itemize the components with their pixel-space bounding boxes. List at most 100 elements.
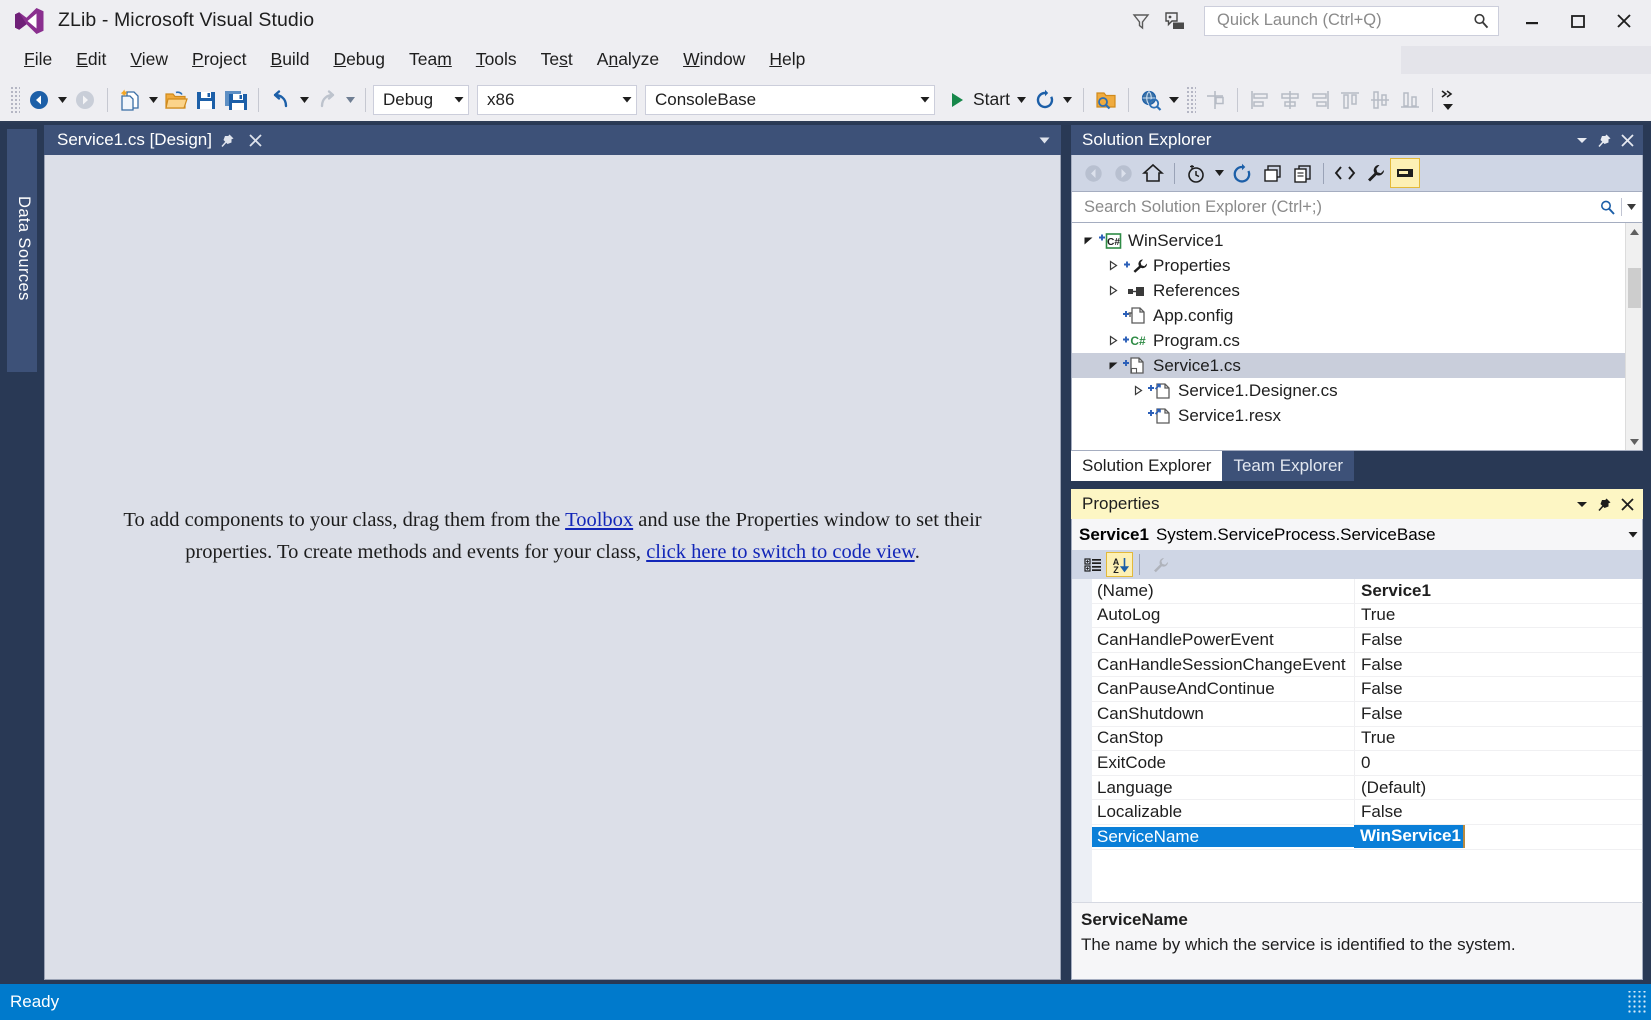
- forward-circle-icon[interactable]: [1108, 158, 1138, 188]
- maximize-button[interactable]: [1555, 0, 1601, 41]
- collapse-all-icon[interactable]: [1257, 158, 1287, 188]
- properties-object-selector[interactable]: Service1 System.ServiceProcess.ServiceBa…: [1071, 519, 1643, 550]
- expander-expanded-icon[interactable]: [1105, 353, 1122, 378]
- pin-icon[interactable]: [1593, 491, 1616, 517]
- restart-icon[interactable]: [1030, 83, 1060, 117]
- quick-launch-input[interactable]: [1217, 11, 1472, 30]
- startup-project-combobox[interactable]: ConsoleBase: [645, 84, 935, 115]
- redo-dropdown-icon[interactable]: [342, 83, 358, 117]
- menu-item-help[interactable]: Help: [757, 46, 817, 73]
- redo-icon[interactable]: [312, 83, 342, 117]
- wrench-icon[interactable]: [1360, 158, 1390, 188]
- property-row-servicename[interactable]: ServiceName WinService1: [1092, 825, 1642, 850]
- preview-selected-items-icon[interactable]: [1390, 158, 1420, 188]
- window-resize-grip[interactable]: [1626, 991, 1648, 1013]
- feedback-icon[interactable]: [1158, 0, 1192, 41]
- navigate-forward-icon[interactable]: [70, 83, 100, 117]
- menu-item-tools[interactable]: Tools: [464, 46, 529, 73]
- property-row-autolog[interactable]: AutoLog True: [1092, 603, 1642, 629]
- minimize-button[interactable]: [1509, 0, 1555, 41]
- tab-list-chevron-icon[interactable]: [1038, 136, 1051, 145]
- tab-team-explorer[interactable]: Team Explorer: [1222, 451, 1355, 481]
- property-value[interactable]: False: [1354, 628, 1642, 652]
- tree-node-service1-resx[interactable]: Service1.resx: [1072, 403, 1625, 428]
- toolbar-grip[interactable]: [10, 85, 20, 114]
- autohide-tab-data-sources[interactable]: Data Sources: [7, 129, 37, 372]
- menu-item-project[interactable]: Project: [180, 46, 258, 73]
- refresh-icon[interactable]: [1227, 158, 1257, 188]
- solution-configuration-combobox[interactable]: Debug: [373, 84, 469, 115]
- expander-collapsed-icon[interactable]: [1130, 378, 1147, 403]
- restart-dropdown-icon[interactable]: [1060, 83, 1076, 117]
- close-icon[interactable]: [1616, 127, 1639, 153]
- property-value-editor[interactable]: WinService1: [1354, 825, 1642, 849]
- align-bottoms-icon[interactable]: [1395, 83, 1425, 117]
- tree-node-app-config[interactable]: App.config: [1072, 303, 1625, 328]
- close-button[interactable]: [1601, 0, 1647, 41]
- categorized-view-icon[interactable]: [1079, 552, 1106, 577]
- property-value[interactable]: 0: [1354, 751, 1642, 775]
- property-row-name[interactable]: (Name) Service1: [1092, 579, 1642, 604]
- menu-item-team[interactable]: Team: [397, 46, 464, 73]
- menu-item-analyze[interactable]: Analyze: [585, 46, 671, 73]
- align-tops-icon[interactable]: [1335, 83, 1365, 117]
- switch-to-code-view-link[interactable]: click here to switch to code view: [646, 541, 915, 563]
- save-icon[interactable]: [191, 83, 221, 117]
- tree-node-service1-designer-cs[interactable]: Service1.Designer.cs: [1072, 378, 1625, 403]
- property-row-language[interactable]: Language (Default): [1092, 775, 1642, 801]
- scroll-down-arrow-icon[interactable]: [1626, 433, 1643, 450]
- new-project-dropdown-icon[interactable]: [145, 83, 161, 117]
- find-in-files-icon[interactable]: [1091, 83, 1121, 117]
- expander-collapsed-icon[interactable]: [1105, 253, 1122, 278]
- property-row-canstop[interactable]: CanStop True: [1092, 726, 1642, 752]
- start-debugging-button[interactable]: Start: [943, 83, 1030, 117]
- tree-node-program-cs[interactable]: C# Program.cs: [1072, 328, 1625, 353]
- solution-platform-combobox[interactable]: x86: [477, 84, 637, 115]
- align-centers-icon[interactable]: [1275, 83, 1305, 117]
- quick-launch-box[interactable]: [1204, 5, 1499, 36]
- scrollbar-thumb[interactable]: [1627, 268, 1641, 308]
- align-rights-icon[interactable]: [1305, 83, 1335, 117]
- solution-explorer-scrollbar[interactable]: [1625, 223, 1642, 450]
- save-all-icon[interactable]: [221, 83, 251, 117]
- property-value[interactable]: False: [1354, 677, 1642, 701]
- object-browser-icon[interactable]: [1136, 83, 1166, 117]
- menu-item-window[interactable]: Window: [671, 46, 757, 73]
- close-icon[interactable]: [1616, 491, 1639, 517]
- alphabetical-sort-icon[interactable]: A Z: [1106, 552, 1133, 577]
- toolbox-link[interactable]: Toolbox: [565, 509, 633, 531]
- align-lefts-icon[interactable]: [1245, 83, 1275, 117]
- close-icon[interactable]: [244, 128, 268, 152]
- show-all-files-icon[interactable]: [1287, 158, 1317, 188]
- chevron-down-icon[interactable]: [1628, 531, 1638, 538]
- solution-explorer-search-box[interactable]: [1071, 191, 1643, 223]
- properties-grid[interactable]: (Name) Service1 AutoLog True CanHandlePo…: [1071, 579, 1643, 902]
- property-value[interactable]: WinService1: [1354, 825, 1465, 849]
- search-solution-explorer-input[interactable]: [1082, 196, 1599, 218]
- new-project-icon[interactable]: [115, 83, 145, 117]
- chevron-down-icon[interactable]: [1016, 96, 1026, 103]
- property-value[interactable]: False: [1354, 652, 1642, 677]
- expander-collapsed-icon[interactable]: [1105, 278, 1122, 303]
- view-code-icon[interactable]: [1330, 158, 1360, 188]
- toolbar-overflow-icon[interactable]: [1166, 83, 1182, 117]
- property-row-localizable[interactable]: Localizable False: [1092, 800, 1642, 825]
- property-row-canhandlesessionchangeevent[interactable]: CanHandleSessionChangeEvent False: [1092, 652, 1642, 678]
- expander-expanded-icon[interactable]: [1080, 228, 1097, 253]
- back-circle-icon[interactable]: [1078, 158, 1108, 188]
- property-row-canhandlepowerevent[interactable]: CanHandlePowerEvent False: [1092, 628, 1642, 653]
- open-file-icon[interactable]: [161, 83, 191, 117]
- chevron-down-icon[interactable]: [1570, 491, 1593, 517]
- pin-icon[interactable]: [1593, 127, 1616, 153]
- menu-item-edit[interactable]: Edit: [64, 46, 118, 73]
- property-value[interactable]: (Default): [1354, 775, 1642, 800]
- layout-toolbar-grip[interactable]: [1185, 85, 1196, 114]
- undo-dropdown-icon[interactable]: [296, 83, 312, 117]
- events-wrench-icon[interactable]: [1146, 552, 1173, 577]
- filter-icon[interactable]: [1124, 0, 1158, 41]
- property-value[interactable]: Service1: [1354, 579, 1642, 603]
- document-tab-service1-design[interactable]: Service1.cs [Design]: [44, 125, 276, 155]
- property-value[interactable]: True: [1354, 726, 1642, 751]
- property-row-exitcode[interactable]: ExitCode 0: [1092, 751, 1642, 776]
- property-value[interactable]: True: [1354, 603, 1642, 628]
